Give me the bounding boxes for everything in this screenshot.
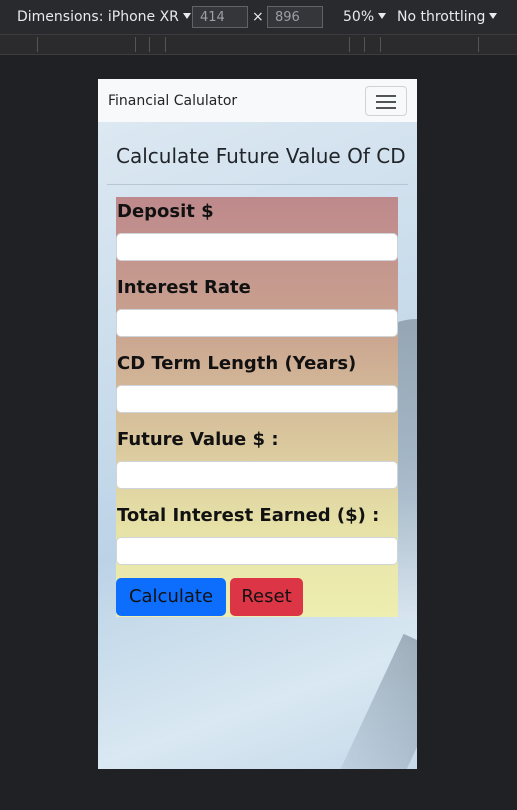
navbar-toggle-button[interactable] [365,86,407,116]
interest-rate-label: Interest Rate [117,277,251,298]
reset-button[interactable]: Reset [230,578,303,616]
total-interest-output[interactable] [116,537,398,565]
caret-down-icon [378,13,387,19]
interest-rate-input[interactable] [116,309,398,337]
navbar: Financial Calulator [98,79,417,122]
caret-down-icon [182,13,191,19]
calculate-button[interactable]: Calculate [116,578,226,616]
device-dimensions-label: Dimensions: iPhone XR [17,9,179,25]
height-input[interactable]: 896 [267,6,323,28]
dimension-separator: × [252,9,264,25]
deposit-input[interactable] [116,233,398,261]
background-image-shape [336,633,417,769]
cd-calculator-form: Deposit $ Interest Rate CD Term Length (… [116,197,398,617]
device-viewport: Financial Calulator Calculate Future Val… [98,79,417,769]
zoom-label: 50% [343,9,375,25]
deposit-label: Deposit $ [117,201,214,222]
total-interest-label: Total Interest Earned ($) : [117,505,380,526]
zoom-dropdown[interactable]: 50% [343,9,387,25]
throttling-label: No throttling [397,9,486,25]
media-query-ruler [0,34,517,55]
device-dimensions-dropdown[interactable]: Dimensions: iPhone XR [17,9,191,25]
future-value-label: Future Value $ : [117,429,279,450]
term-length-label: CD Term Length (Years) [117,353,357,374]
term-length-input[interactable] [116,385,398,413]
width-input[interactable]: 414 [192,6,248,28]
page-title: Calculate Future Value Of CD [116,144,406,168]
devtools-toolbar: Dimensions: iPhone XR 414 × 896 50% No t… [0,0,517,34]
throttling-dropdown[interactable]: No throttling [397,9,498,25]
navbar-brand[interactable]: Financial Calulator [108,93,237,109]
caret-down-icon [489,13,498,19]
future-value-output[interactable] [116,461,398,489]
divider [107,184,408,185]
